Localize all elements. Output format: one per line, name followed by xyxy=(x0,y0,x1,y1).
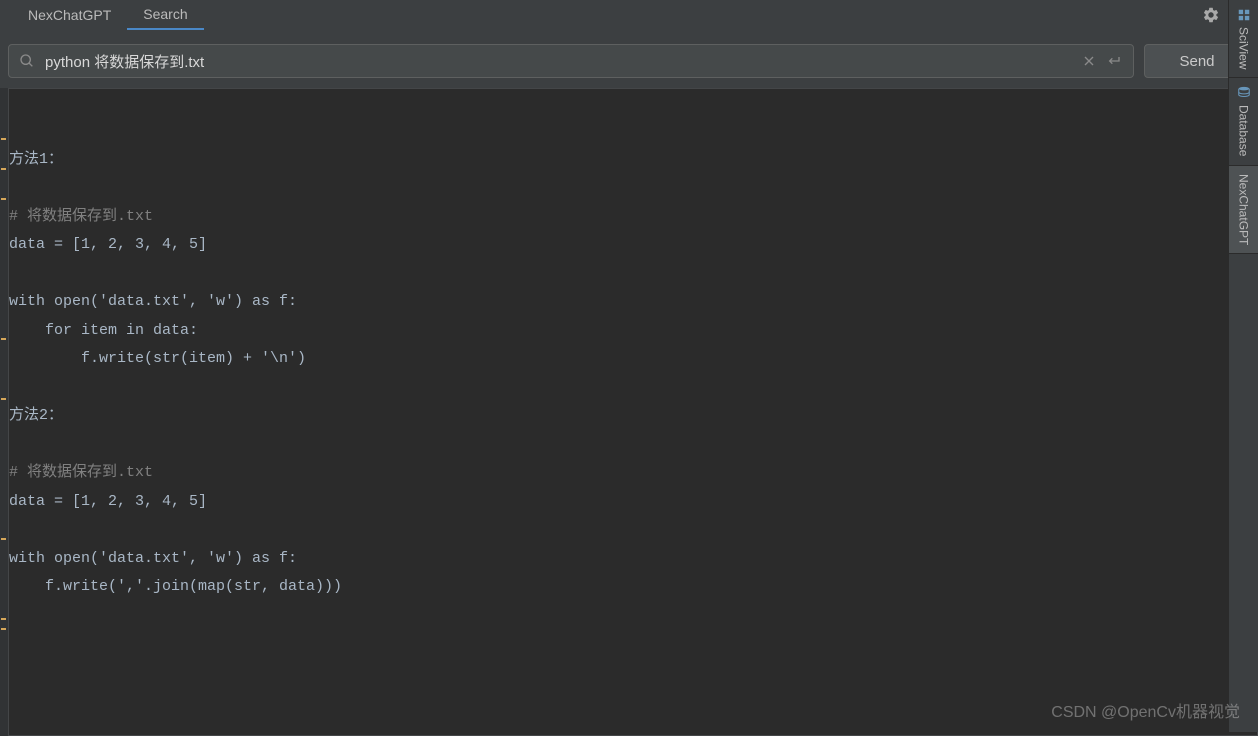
method2-label: 方法2： xyxy=(9,407,63,424)
search-bar-row: Send xyxy=(0,30,1258,88)
watermark: CSDN @OpenCv机器视觉 xyxy=(1051,698,1240,722)
tab-search[interactable]: Search xyxy=(127,0,203,30)
database-icon xyxy=(1237,86,1251,100)
code-line: with open('data.txt', 'w') as f: xyxy=(9,293,297,310)
response-content: 方法1： # 将数据保存到.txt data = [1, 2, 3, 4, 5]… xyxy=(8,88,1258,736)
clear-icon[interactable] xyxy=(1081,53,1097,69)
tab-nexchatgpt[interactable]: NexChatGPT xyxy=(12,0,127,30)
top-bar: NexChatGPT Search xyxy=(0,0,1258,30)
code-line: data = [1, 2, 3, 4, 5] xyxy=(9,236,207,253)
search-input[interactable] xyxy=(45,53,1071,70)
search-input-container xyxy=(8,44,1134,78)
method1-label: 方法1： xyxy=(9,151,63,168)
gutter xyxy=(0,88,8,736)
main-area: 方法1： # 将数据保存到.txt data = [1, 2, 3, 4, 5]… xyxy=(0,88,1258,736)
sidebar-item-sciview[interactable]: SciView xyxy=(1229,0,1258,78)
return-icon[interactable] xyxy=(1107,53,1123,69)
sidebar-label: SciView xyxy=(1237,27,1251,69)
sidebar-label: NexChatGPT xyxy=(1237,174,1251,245)
method1-comment: # 将数据保存到.txt xyxy=(9,208,153,225)
sidebar-label: Database xyxy=(1237,105,1251,156)
right-sidebar: SciView Database NexChatGPT xyxy=(1228,0,1258,732)
method2-comment: # 将数据保存到.txt xyxy=(9,464,153,481)
sciview-icon xyxy=(1237,8,1251,22)
sidebar-item-nexchatgpt[interactable]: NexChatGPT xyxy=(1229,166,1258,254)
search-icon xyxy=(19,53,35,69)
code-line: f.write(str(item) + '\n') xyxy=(9,350,306,367)
code-line: data = [1, 2, 3, 4, 5] xyxy=(9,493,207,510)
sidebar-item-database[interactable]: Database xyxy=(1229,78,1258,165)
gear-icon[interactable] xyxy=(1202,6,1220,24)
code-line: for item in data: xyxy=(9,322,198,339)
code-line: with open('data.txt', 'w') as f: xyxy=(9,550,297,567)
code-line: f.write(','.join(map(str, data))) xyxy=(9,578,342,595)
